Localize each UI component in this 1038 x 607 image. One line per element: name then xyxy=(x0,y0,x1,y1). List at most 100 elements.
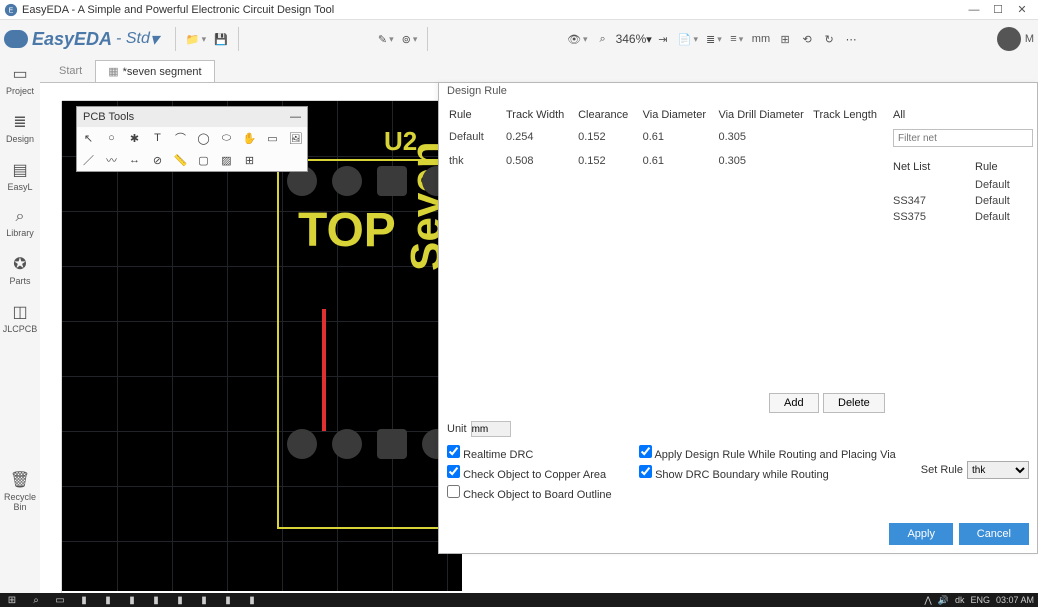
tray-icon[interactable]: ⋀ xyxy=(924,595,931,606)
svg-text:E: E xyxy=(9,7,14,14)
layer-button[interactable]: ≣▾ xyxy=(702,25,726,53)
more-button[interactable]: ⋯ xyxy=(840,25,862,53)
taskbar-app[interactable]: ▮ xyxy=(240,593,264,607)
rail-design[interactable]: ≣Design xyxy=(0,106,40,154)
file-open-button[interactable]: 📁▾ xyxy=(182,25,210,53)
rail-label: Library xyxy=(0,228,40,238)
copper-tool[interactable]: ▨ xyxy=(215,149,238,171)
dimension-tool[interactable]: ↔ xyxy=(123,149,146,171)
tab-seven-segment[interactable]: ▦*seven segment xyxy=(95,60,214,82)
set-rule-select[interactable]: thk xyxy=(967,461,1029,479)
check-show-boundary[interactable]: Show DRC Boundary while Routing xyxy=(639,463,939,483)
net-list-header: All xyxy=(889,105,1031,125)
filter-net-input[interactable] xyxy=(893,129,1033,147)
image-tool[interactable]: 🖼 xyxy=(284,127,307,149)
cell-track-length xyxy=(809,131,885,143)
tab-start[interactable]: Start xyxy=(46,60,95,82)
group-tool[interactable]: ⊞ xyxy=(238,149,261,171)
fit-button[interactable]: ⇥ xyxy=(652,25,674,53)
rail-library[interactable]: ⌕ Library xyxy=(0,202,40,248)
start-button[interactable]: ⊞ xyxy=(0,593,24,607)
brand-logo[interactable]: EasyEDA - Std ▾ xyxy=(4,29,159,50)
select-tool[interactable]: ↖ xyxy=(77,127,100,149)
pcb-tools-panel[interactable]: PCB Tools — ↖ ○ ✱ T ⌒ ◯ ⬭ ✋ ▭ 🖼 ／ 〰 ↔ ⊘ … xyxy=(76,106,308,172)
minimize-icon[interactable]: — xyxy=(290,111,301,123)
close-button[interactable]: ✕ xyxy=(1010,3,1034,16)
unit-row: Unit xyxy=(447,421,511,437)
trash-icon: 🗑 xyxy=(0,470,40,490)
brand-edition: - Std xyxy=(116,30,150,48)
line-tool[interactable]: ／ xyxy=(77,149,100,171)
jlcpcb-icon: ◫ xyxy=(0,302,40,322)
net-row[interactable]: SS375Default xyxy=(889,209,1031,225)
user-avatar[interactable] xyxy=(997,27,1021,51)
col-all[interactable]: All xyxy=(889,105,971,125)
taskbar-app[interactable]: ▮ xyxy=(192,593,216,607)
history-button[interactable]: ↻ xyxy=(818,25,840,53)
table-row[interactable]: thk 0.508 0.152 0.61 0.305 xyxy=(445,149,885,173)
taskbar-app[interactable]: ▮ xyxy=(216,593,240,607)
search-button[interactable]: ⌕ xyxy=(24,593,48,607)
apply-button[interactable]: Apply xyxy=(889,523,953,545)
zoom-out-button[interactable]: ⌕ xyxy=(592,25,614,53)
add-rule-button[interactable]: Add xyxy=(769,393,819,413)
check-apply-routing[interactable]: Apply Design Rule While Routing and Plac… xyxy=(639,443,939,463)
net-row[interactable]: Default xyxy=(889,177,1031,193)
net-row[interactable]: SS347Default xyxy=(889,193,1031,209)
region-tool[interactable]: ▭ xyxy=(261,127,284,149)
unit-value-input[interactable] xyxy=(471,421,511,437)
net-name xyxy=(889,177,971,193)
pad-tool[interactable]: ○ xyxy=(100,127,123,149)
pcb-tools-titlebar[interactable]: PCB Tools — xyxy=(77,107,307,127)
tray-volume-icon[interactable]: 🔊 xyxy=(938,595,949,606)
save-button[interactable]: 💾 xyxy=(210,25,232,53)
set-rule-row: Set Rule thk xyxy=(921,461,1029,479)
rect-tool[interactable]: ▢ xyxy=(192,149,215,171)
maximize-button[interactable]: ☐ xyxy=(986,3,1010,16)
share-button[interactable]: ⟲ xyxy=(796,25,818,53)
taskbar-app[interactable]: ▮ xyxy=(144,593,168,607)
taskbar-app[interactable]: ▮ xyxy=(168,593,192,607)
rail-label: Parts xyxy=(0,276,40,286)
track-segment xyxy=(322,309,326,431)
via-tool[interactable]: ✱ xyxy=(123,127,146,149)
language-indicator[interactable]: ENG xyxy=(970,595,990,605)
ellipse-tool[interactable]: ⬭ xyxy=(215,127,238,149)
units-button[interactable]: mm xyxy=(748,25,774,53)
taskbar-app[interactable]: ▮ xyxy=(120,593,144,607)
keyboard-layout[interactable]: dk xyxy=(955,595,965,605)
check-label: Check Object to Board Outline xyxy=(463,489,612,501)
preview-button[interactable]: 👁▾ xyxy=(563,25,592,53)
pad xyxy=(332,429,362,459)
zoom-level[interactable]: 346% xyxy=(616,32,647,46)
track-tool-button[interactable]: ✎▾ xyxy=(374,25,398,53)
taskview-button[interactable]: ▭ xyxy=(48,593,72,607)
table-row[interactable]: Default 0.254 0.152 0.61 0.305 xyxy=(445,125,885,149)
export-button[interactable]: 📄▾ xyxy=(674,25,702,53)
rail-project[interactable]: ▭Project xyxy=(0,58,40,106)
hand-tool[interactable]: ✋ xyxy=(238,127,261,149)
dialog-title: Design Rule xyxy=(439,83,1037,103)
delete-rule-button[interactable]: Delete xyxy=(823,393,885,413)
search-icon: ⌕ xyxy=(0,208,40,226)
cancel-button[interactable]: Cancel xyxy=(959,523,1029,545)
check-label: Check Object to Copper Area xyxy=(463,469,606,481)
taskbar-app[interactable]: ▮ xyxy=(96,593,120,607)
rail-jlcpcb[interactable]: ◫JLCPCB xyxy=(0,296,40,344)
rail-easyl[interactable]: ▤EasyL xyxy=(0,154,40,202)
taskbar-app[interactable]: ▮ xyxy=(72,593,96,607)
check-board-outline[interactable]: Check Object to Board Outline xyxy=(447,483,877,503)
polyline-tool[interactable]: 〰 xyxy=(100,149,123,171)
hole-tool[interactable]: ⊘ xyxy=(146,149,169,171)
measure-tool[interactable]: 📏 xyxy=(169,149,192,171)
rail-parts[interactable]: ✪Parts xyxy=(0,248,40,296)
clock[interactable]: 03:07 AM xyxy=(996,595,1034,605)
arc-tool[interactable]: ⌒ xyxy=(169,127,192,149)
text-tool[interactable]: T xyxy=(146,127,169,149)
via-tool-button[interactable]: ⊚▾ xyxy=(398,25,422,53)
align-button[interactable]: ≡▾ xyxy=(726,25,748,53)
rail-recycle[interactable]: 🗑Recycle Bin xyxy=(0,464,40,522)
circle-tool[interactable]: ◯ xyxy=(192,127,215,149)
minimize-button[interactable]: — xyxy=(962,4,986,16)
snap-button[interactable]: ⊞ xyxy=(774,25,796,53)
